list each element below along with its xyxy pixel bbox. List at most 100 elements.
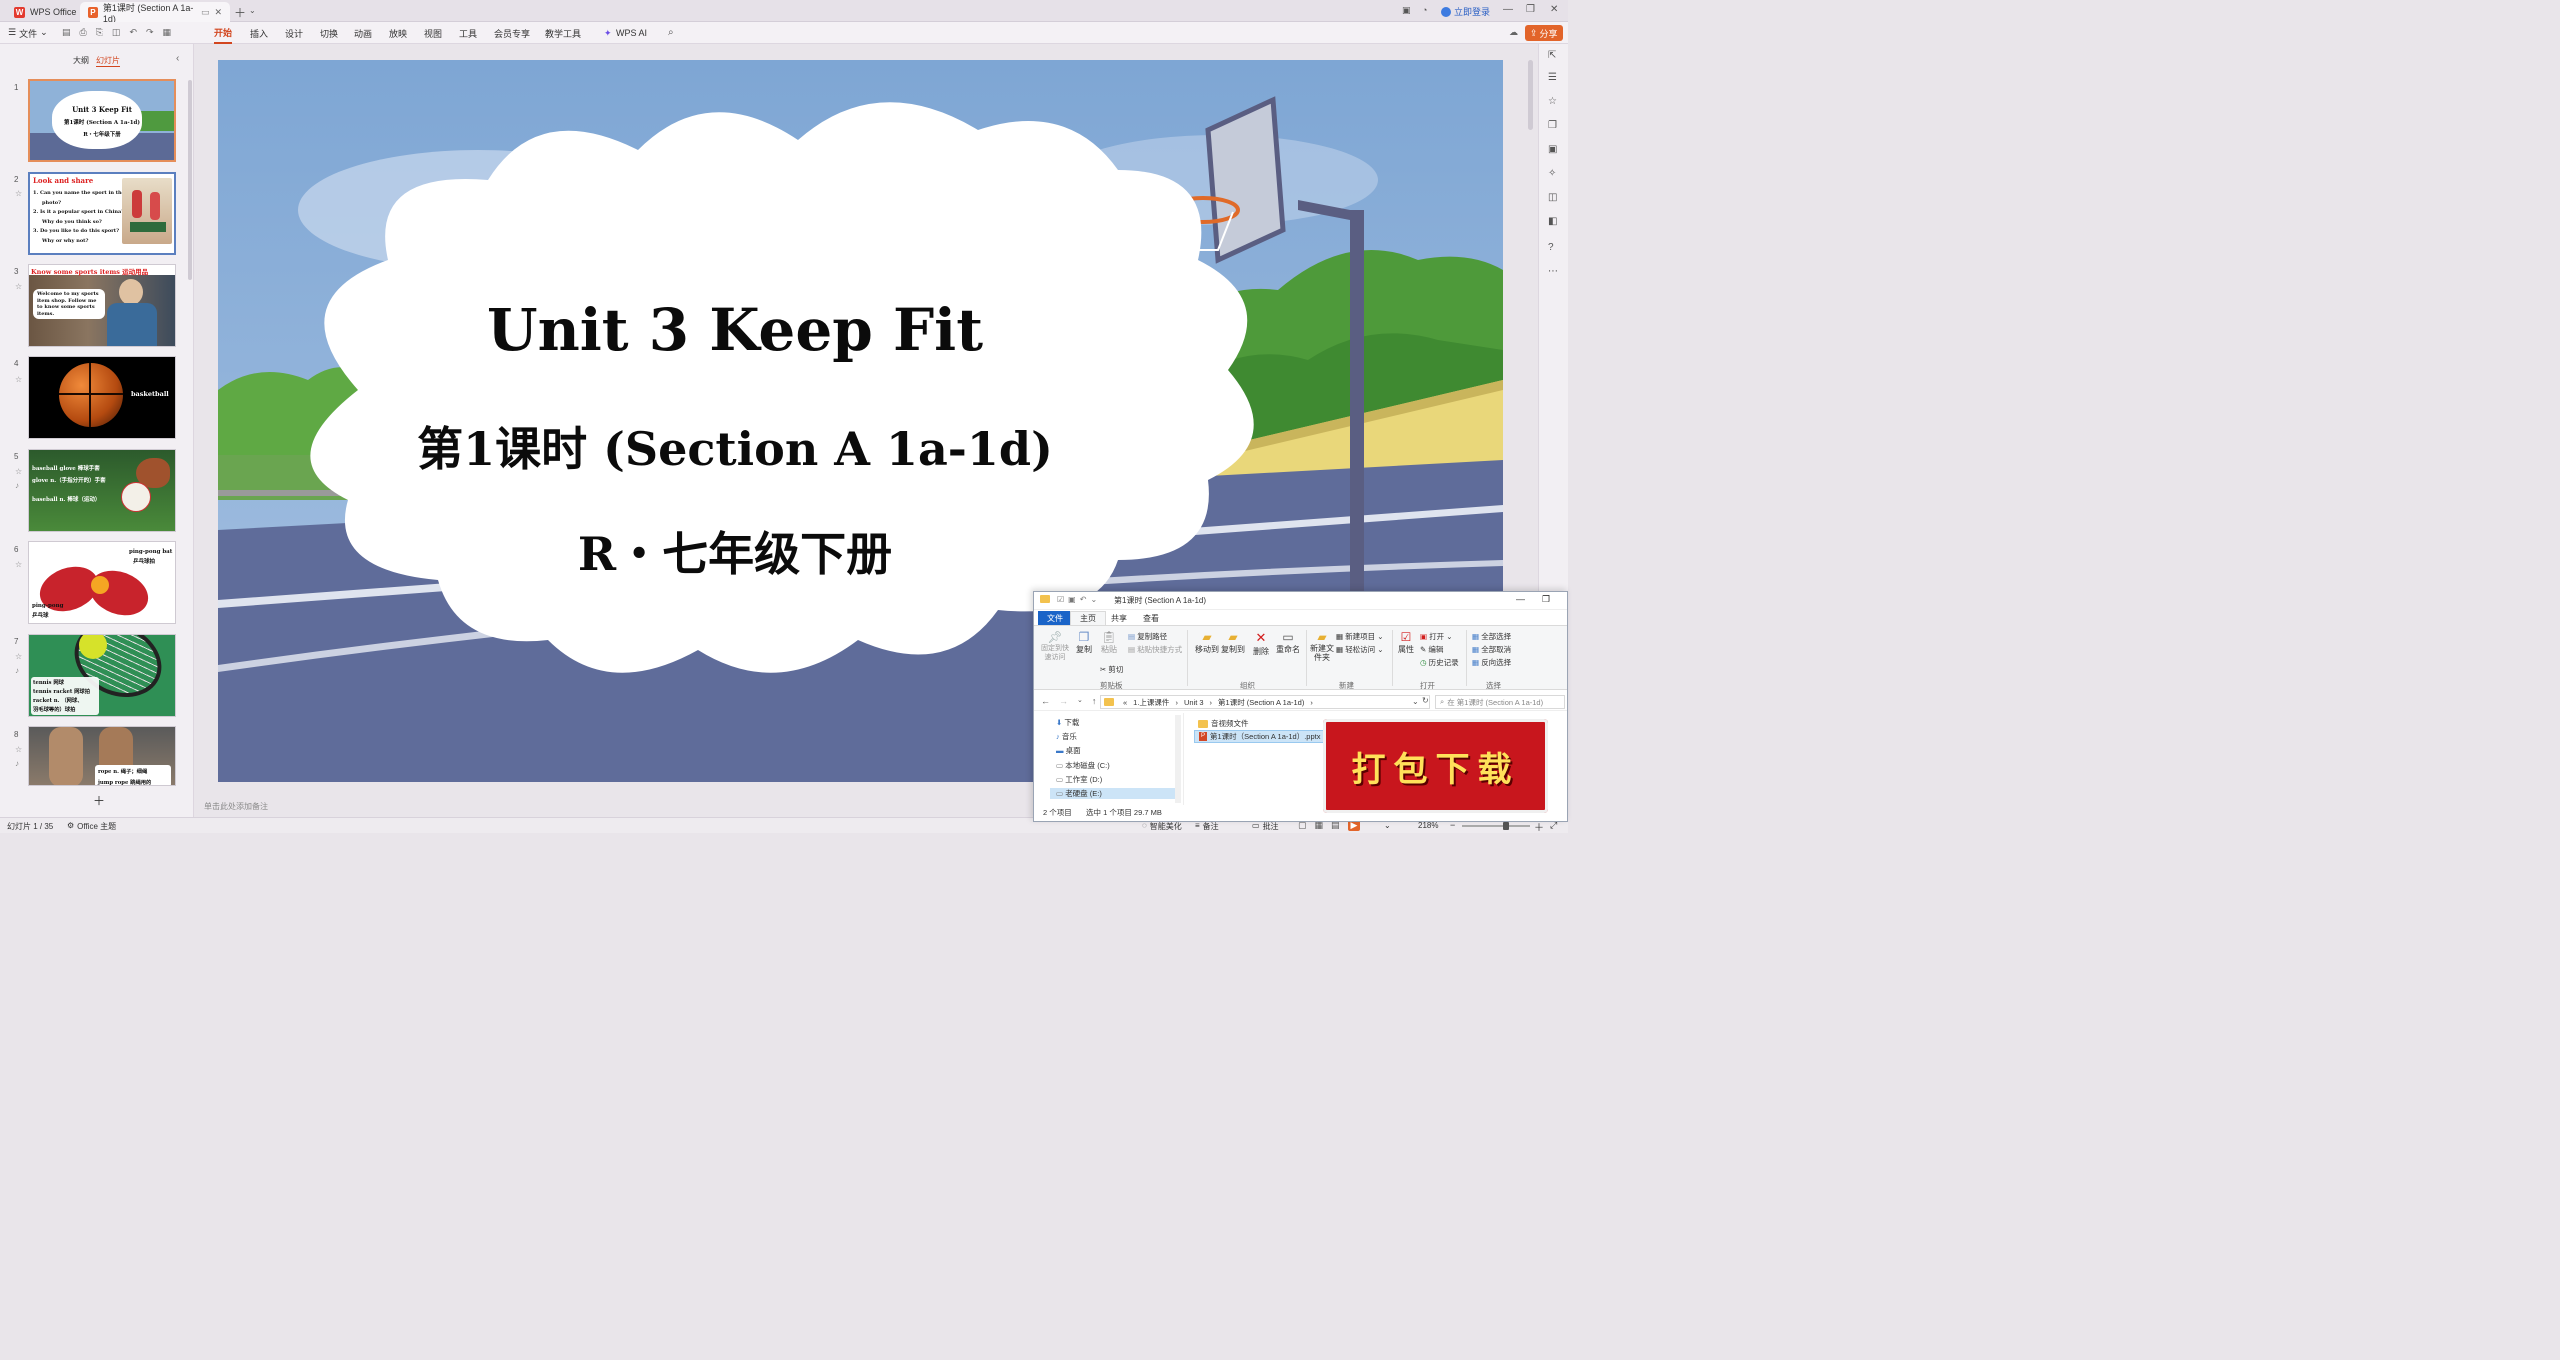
new-folder-icon[interactable]: ▣ [1068, 595, 1076, 604]
breadcrumb-item[interactable]: 1.上课课件 [1133, 697, 1169, 708]
properties-icon[interactable]: ☰ [1548, 72, 1557, 83]
export-pdf-icon[interactable]: ⎙ [80, 27, 87, 38]
zoom-dropdown-icon[interactable]: ⌄ [1384, 821, 1391, 830]
close-tab-icon[interactable]: ✕ [214, 7, 222, 18]
audio-icon[interactable]: ♪ [15, 666, 19, 675]
nav-item-music[interactable]: ♪ 音乐 [1056, 731, 1077, 742]
expand-icon[interactable]: ⇱ [1548, 50, 1556, 61]
save-icon[interactable]: ▤ [62, 27, 71, 38]
paste-shortcut-button[interactable]: ▤ 粘贴快捷方式 [1128, 644, 1182, 655]
star-icon[interactable]: ☆ [15, 282, 22, 291]
beautify-button[interactable]: ◌ 智能美化 [1142, 821, 1182, 832]
undo-icon[interactable]: ↶ [1080, 595, 1087, 604]
more-icon[interactable]: ⋯ [1548, 266, 1558, 277]
address-bar[interactable]: « 1.上课课件 › Unit 3 › 第1课时 (Section A 1a-1… [1100, 695, 1430, 709]
move-to-button[interactable]: ▰ 移动到 [1194, 630, 1220, 655]
file-item-pptx[interactable]: P 第1课时（Section A 1a-1d）.pptx [1194, 730, 1326, 743]
nav-scrollbar[interactable] [1175, 715, 1181, 803]
slide-thumbnail-1[interactable]: Unit 3 Keep Fit 第1课时 (Section A 1a-1d) R… [28, 79, 176, 162]
cut-button[interactable]: ✂ 剪切 [1100, 664, 1123, 675]
slide-thumbnail-8[interactable]: rope n. 绳子；细绳 jump rope 跳绳用的 [28, 726, 176, 786]
slide-title[interactable]: Unit 3 Keep Fit [218, 296, 1252, 364]
notes-placeholder[interactable]: 单击此处添加备注 [204, 801, 268, 812]
editor-scrollbar[interactable] [1528, 60, 1533, 130]
new-item-button[interactable]: ▦ 新建项目 ⌄ [1336, 631, 1384, 642]
copy-button[interactable]: ❐ 复制 [1074, 630, 1094, 655]
tab-view[interactable]: 视图 [424, 22, 442, 44]
star-icon[interactable]: ☆ [15, 375, 22, 384]
open-button[interactable]: ▣ 打开 ⌄ [1420, 631, 1453, 642]
minimize-icon[interactable]: — [1503, 4, 1513, 15]
nav-item-desktop[interactable]: ▬ 桌面 [1056, 745, 1081, 756]
transition-icon[interactable]: ◫ [1548, 192, 1557, 203]
notes-toggle[interactable]: ≡ 备注 [1195, 821, 1219, 832]
properties-button[interactable]: ☑ 属性 [1396, 630, 1416, 655]
explorer-tab-view[interactable]: 查看 [1134, 611, 1168, 625]
wps-home-tab[interactable]: W WPS Office [6, 2, 84, 22]
tab-teaching-tools[interactable]: 教学工具 [545, 22, 581, 44]
star-icon[interactable]: ☆ [15, 652, 22, 661]
delete-button[interactable]: ✕ 删除 [1251, 630, 1271, 657]
file-item-folder[interactable]: 音视频文件 [1198, 718, 1249, 729]
select-none-button[interactable]: ▦ 全部取消 [1472, 644, 1511, 655]
animation-icon[interactable]: ◧ [1548, 216, 1557, 227]
chevron-down-icon[interactable]: ⌄ [1412, 697, 1419, 706]
chevron-down-icon[interactable]: ⌄ [249, 6, 256, 15]
search-icon[interactable]: ⌕ [668, 27, 674, 38]
edit-button[interactable]: ✎ 编辑 [1420, 644, 1443, 655]
zoom-slider-thumb[interactable] [1503, 822, 1509, 830]
tab-design[interactable]: 设计 [285, 22, 303, 44]
explorer-tab-home[interactable]: 主页 [1070, 611, 1106, 625]
format-painter-icon[interactable]: ▦ [163, 27, 172, 38]
history-button[interactable]: ◷ 历史记录 [1420, 657, 1459, 668]
add-slide-icon[interactable]: ＋ [93, 792, 105, 809]
download-package-stamp[interactable]: 打包下载 [1323, 719, 1548, 813]
nav-item-drive-d[interactable]: ▭ 工作室 (D:) [1056, 774, 1102, 785]
slide-subtitle[interactable]: 第1课时 (Section A 1a-1d) [218, 413, 1252, 479]
tab-animation[interactable]: 动画 [354, 22, 372, 44]
explorer-tab-share[interactable]: 共享 [1102, 611, 1136, 625]
slide-grade[interactable]: R・七年级下册 [218, 518, 1252, 584]
tab-wps-ai[interactable]: WPS AI [616, 22, 647, 44]
login-button[interactable]: 立即登录 [1441, 5, 1490, 18]
star-icon[interactable]: ☆ [15, 189, 22, 198]
pin-quick-access-button[interactable]: 📌︎ 固定到快速访问 [1038, 630, 1072, 662]
star-icon[interactable]: ☆ [15, 745, 22, 754]
up-icon[interactable]: ↑ [1092, 696, 1097, 706]
breadcrumb-overflow[interactable]: « [1123, 698, 1127, 707]
tab-member[interactable]: 会员专享 [494, 22, 530, 44]
tab-insert[interactable]: 插入 [250, 22, 268, 44]
slide-thumbnail-6[interactable]: ping-pong bat 乒乓球拍 ping-pong 乒乓球 [28, 541, 176, 624]
nav-item-drive-c[interactable]: ▭ 本地磁盘 (C:) [1056, 760, 1110, 771]
rename-button[interactable]: ▭ 重命名 [1275, 630, 1301, 655]
comments-toggle[interactable]: ▭ 批注 [1252, 821, 1279, 832]
nav-item-downloads[interactable]: ⬇ 下载 [1056, 717, 1079, 728]
nav-item-drive-e[interactable]: ▭ 老硬盘 (E:) [1050, 788, 1178, 799]
search-box[interactable]: ⌕ 在 第1课时 (Section A 1a-1d) [1435, 695, 1565, 709]
refresh-icon[interactable]: ↻ [1422, 696, 1429, 705]
history-dropdown-icon[interactable]: ⌄ [1077, 696, 1083, 706]
print-icon[interactable]: ⎘ [96, 27, 103, 38]
new-tab-icon[interactable]: ＋ [234, 4, 246, 21]
close-window-icon[interactable]: ✕ [1550, 4, 1558, 15]
forward-icon[interactable]: → [1059, 696, 1068, 706]
zoom-level[interactable]: 218% [1418, 821, 1438, 830]
slide-thumbnail-3[interactable]: Know some sports items 运动用品 Welcome to m… [28, 264, 176, 347]
zoom-slider[interactable] [1462, 825, 1530, 827]
document-tab[interactable]: P 第1课时 (Section A 1a-1d) ▭ ✕ [80, 2, 230, 24]
tab-slides[interactable]: 幻灯片 [96, 55, 120, 67]
invert-selection-button[interactable]: ▦ 反向选择 [1472, 657, 1511, 668]
cloud-sync-icon[interactable]: ☁ [1509, 27, 1518, 38]
paste-button[interactable]: 📋︎ 粘贴 [1098, 630, 1120, 655]
back-icon[interactable]: ← [1041, 696, 1050, 706]
slide-thumbnail-2[interactable]: Look and share 1. Can you name the sport… [28, 172, 176, 255]
select-all-button[interactable]: ▦ 全部选择 [1472, 631, 1511, 642]
tab-transitions[interactable]: 切换 [320, 22, 338, 44]
copy-to-button[interactable]: ▰ 复制到 [1220, 630, 1246, 655]
skin-icon[interactable]: ◔ [1422, 5, 1427, 15]
star-icon[interactable]: ☆ [15, 467, 22, 476]
magic-icon[interactable]: ✧ [1548, 168, 1556, 179]
breadcrumb-item[interactable]: 第1课时 (Section A 1a-1d) [1218, 697, 1304, 708]
print-preview-icon[interactable]: ◫ [112, 27, 121, 38]
share-button[interactable]: ⇪ 分享 [1525, 25, 1563, 41]
